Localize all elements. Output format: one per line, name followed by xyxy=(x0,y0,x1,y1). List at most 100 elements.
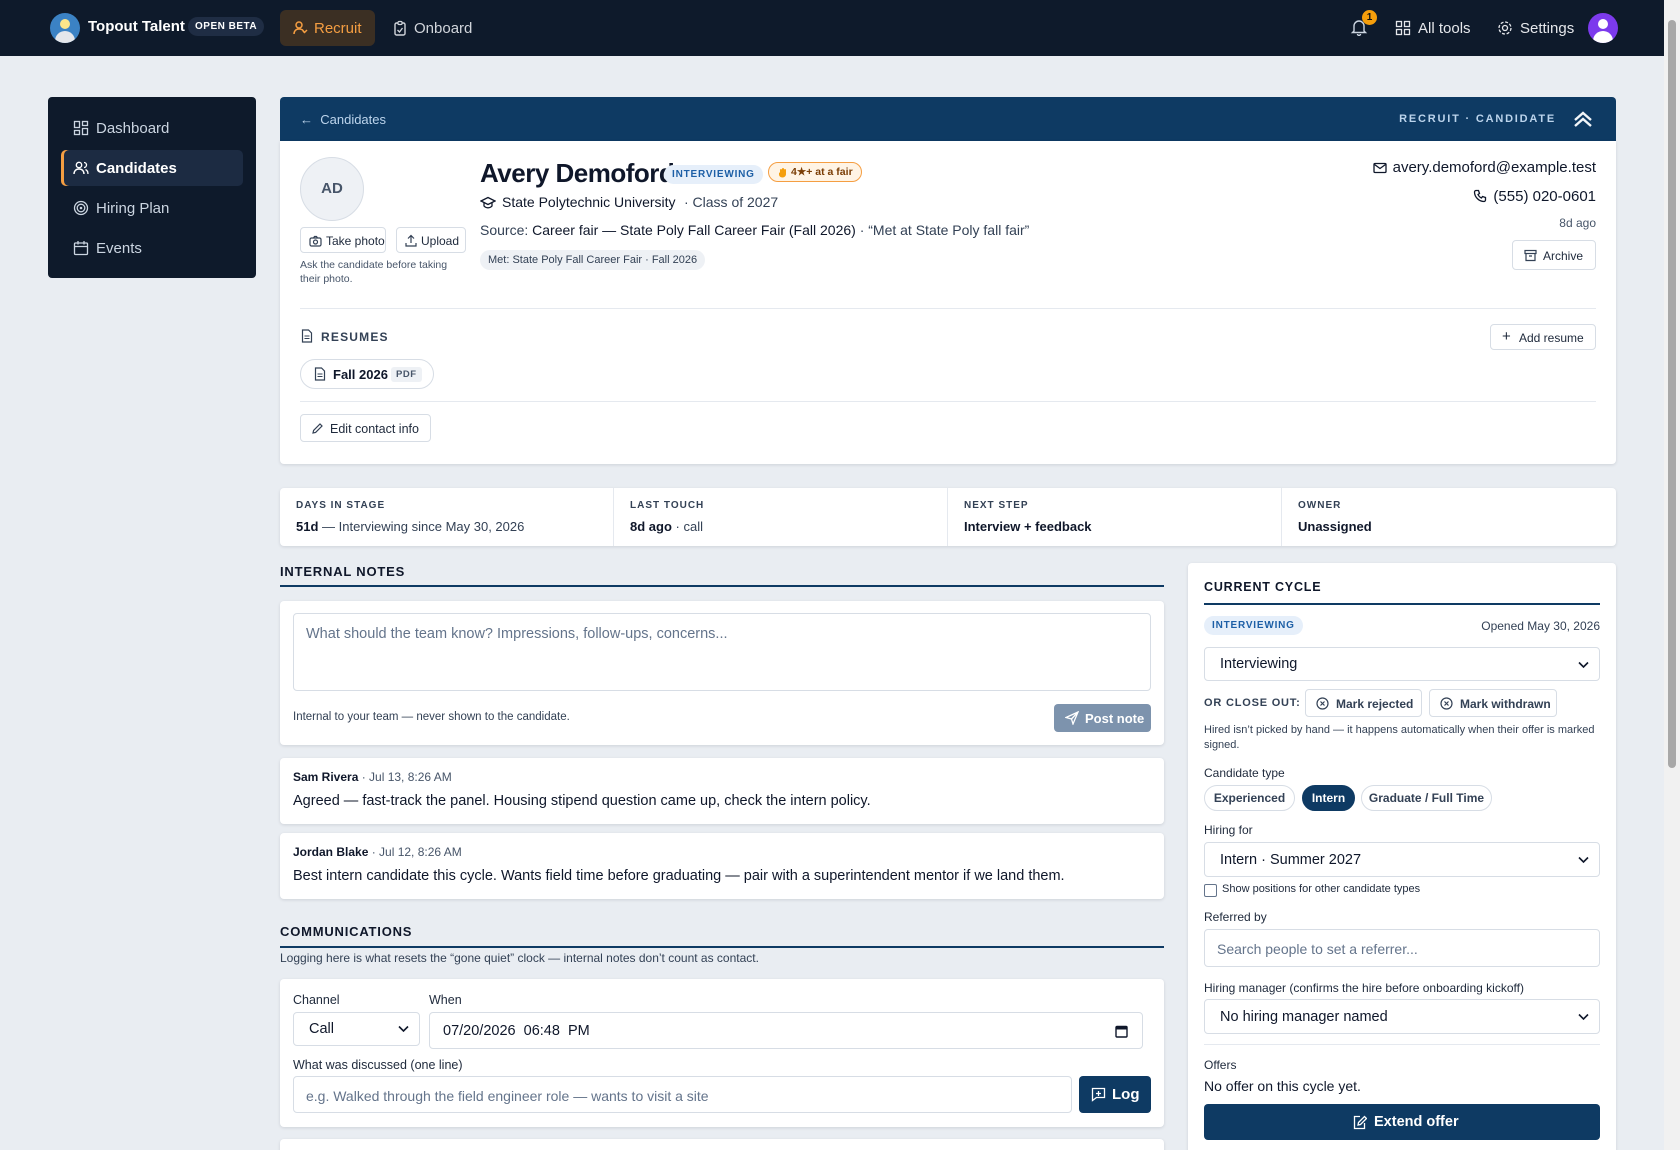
hiring-manager-value: No hiring manager named xyxy=(1220,1009,1388,1025)
take-photo-label: Take photo xyxy=(326,234,385,248)
plus-icon: + xyxy=(1502,328,1511,345)
chevron-down-icon xyxy=(398,1025,409,1033)
when-datetime-input[interactable]: 07/20/2026 06:48 PM xyxy=(429,1012,1143,1049)
back-to-candidates-link[interactable]: ← Candidates xyxy=(300,112,386,127)
phone-icon xyxy=(1474,189,1487,203)
grid-icon xyxy=(1395,20,1411,36)
note-author: Sam Rivera xyxy=(293,770,359,784)
archive-button[interactable]: Archive xyxy=(1512,240,1596,270)
mail-icon xyxy=(1372,162,1387,174)
calendar-icon[interactable] xyxy=(1115,1024,1128,1038)
phone-link[interactable]: (555) 020-0601 xyxy=(1473,188,1596,205)
back-arrow-icon: ← xyxy=(300,112,321,127)
divider xyxy=(1204,1044,1600,1045)
note-textarea[interactable]: What should the team know? Impressions, … xyxy=(293,613,1151,691)
users-icon xyxy=(73,161,89,175)
log-button[interactable]: Log xyxy=(1079,1076,1151,1113)
nav-onboard-label: Onboard xyxy=(414,20,473,37)
photo-hint: Ask the candidate before taking their ph… xyxy=(300,259,448,285)
stat-label: LAST TOUCH xyxy=(630,500,705,511)
clipboard-icon xyxy=(394,20,406,36)
hiring-manager-select[interactable]: No hiring manager named xyxy=(1204,999,1600,1034)
source-line: Source: Career fair — State Poly Fall Ca… xyxy=(480,222,1029,238)
stat-label: NEXT STEP xyxy=(964,500,1029,511)
scrollbar-thumb[interactable] xyxy=(1668,20,1676,768)
hiring-manager-label: Hiring manager (confirms the hire before… xyxy=(1204,981,1524,995)
referrer-search-input[interactable]: Search people to set a referrer... xyxy=(1204,929,1600,967)
hiring-for-select[interactable]: Intern · Summer 2027 xyxy=(1204,842,1600,877)
class-of: · Class of 2027 xyxy=(684,194,779,210)
note-item: Sam Rivera · Jul 13, 8:26 AM Agreed — fa… xyxy=(280,758,1164,824)
status-badge: INTERVIEWING xyxy=(664,165,763,184)
show-other-checkbox[interactable] xyxy=(1204,884,1217,897)
fair-rating-badge: 4★+ at a fair xyxy=(768,162,862,182)
hired-note: Hired isn’t picked by hand — it happens … xyxy=(1204,724,1595,751)
resume-chip[interactable]: Fall 2026 PDF xyxy=(300,359,434,389)
mark-rejected-label: Mark rejected xyxy=(1336,697,1414,711)
take-photo-button[interactable]: Take photo xyxy=(300,227,386,253)
hiring-for-label: Hiring for xyxy=(1204,823,1253,837)
upload-label: Upload xyxy=(421,234,460,248)
sidebar-item-events[interactable]: Events xyxy=(61,230,243,266)
stage-value: Interviewing xyxy=(1220,656,1298,672)
email-link[interactable]: avery.demoford@example.test xyxy=(1372,159,1596,176)
note-time: · Jul 12, 8:26 AM xyxy=(368,845,462,859)
extend-offer-label: Extend offer xyxy=(1374,1114,1459,1130)
show-other-label: Show positions for other candidate types xyxy=(1222,883,1421,895)
discussed-input[interactable]: e.g. Walked through the field engineer r… xyxy=(293,1076,1072,1113)
fair-rating-label: 4★+ at a fair xyxy=(791,166,853,178)
resume-type-tag: PDF xyxy=(391,367,422,382)
stat-value: 8d ago xyxy=(630,519,672,534)
all-tools-label: All tools xyxy=(1418,20,1471,37)
type-graduate-full-time[interactable]: Graduate / Full Time xyxy=(1361,785,1492,811)
brand-name[interactable]: Topout Talent xyxy=(88,18,185,35)
edit-contact-button[interactable]: Edit contact info xyxy=(300,414,431,442)
source-value: Career fair — State Poly Fall Career Fai… xyxy=(532,222,856,238)
stat-label: DAYS IN STAGE xyxy=(296,500,386,511)
nav-recruit[interactable]: Recruit xyxy=(280,10,375,46)
nav-recruit-label: Recruit xyxy=(314,20,362,37)
breadcrumb: RECRUIT · CANDIDATE xyxy=(1399,113,1556,125)
candidate-type-label: Candidate type xyxy=(1204,766,1285,780)
type-intern[interactable]: Intern xyxy=(1302,785,1355,811)
back-link-label: Candidates xyxy=(320,112,387,127)
communications-subtitle: Logging here is what resets the “gone qu… xyxy=(280,951,759,965)
stat-label: OWNER xyxy=(1298,500,1342,511)
sidebar-item-dashboard[interactable]: Dashboard xyxy=(61,110,243,146)
notification-badge: 1 xyxy=(1362,10,1377,25)
beta-badge: OPEN BETA xyxy=(188,17,265,36)
post-note-button[interactable]: Post note xyxy=(1054,704,1151,732)
add-resume-button[interactable]: + Add resume xyxy=(1490,324,1596,350)
stat-value: 51d xyxy=(296,519,319,534)
camera-icon xyxy=(309,235,322,247)
sidebar-item-candidates[interactable]: Candidates xyxy=(61,150,243,186)
extend-offer-button[interactable]: Extend offer xyxy=(1204,1104,1600,1140)
sidebar-item-hiring-plan[interactable]: Hiring Plan xyxy=(61,190,243,226)
sidebar: Dashboard Candidates Hiring Plan Events xyxy=(48,97,256,278)
log-communication-form: Channel Call When 07/20/2026 06:48 PM Wh… xyxy=(280,979,1164,1127)
dashboard-icon xyxy=(73,120,89,136)
chevron-down-icon xyxy=(1578,661,1589,669)
when-label: When xyxy=(429,993,462,1007)
upload-button[interactable]: Upload xyxy=(396,227,466,253)
user-avatar[interactable] xyxy=(1588,13,1618,43)
source-prefix: Source: xyxy=(480,222,529,238)
sidebar-item-label: Candidates xyxy=(96,160,177,177)
send-icon xyxy=(1065,711,1079,725)
channel-select[interactable]: Call xyxy=(293,1012,420,1046)
x-circle-icon xyxy=(1316,697,1329,710)
email-text: avery.demoford@example.test xyxy=(1392,159,1596,176)
archive-label: Archive xyxy=(1543,249,1584,263)
document-icon xyxy=(314,367,326,381)
type-experienced[interactable]: Experienced xyxy=(1204,785,1295,811)
stage-select[interactable]: Interviewing xyxy=(1204,647,1600,681)
hand-icon xyxy=(779,168,786,178)
mark-withdrawn-button[interactable]: Mark withdrawn xyxy=(1429,689,1557,717)
pencil-icon xyxy=(312,423,323,434)
discussed-placeholder: e.g. Walked through the field engineer r… xyxy=(306,1088,709,1104)
nav-onboard[interactable]: Onboard xyxy=(390,10,490,46)
mark-rejected-button[interactable]: Mark rejected xyxy=(1305,689,1422,717)
referrer-placeholder: Search people to set a referrer... xyxy=(1217,941,1418,957)
stats-strip: DAYS IN STAGE 51d — Interviewing since M… xyxy=(280,488,1616,546)
sidebar-item-label: Hiring Plan xyxy=(96,200,170,217)
